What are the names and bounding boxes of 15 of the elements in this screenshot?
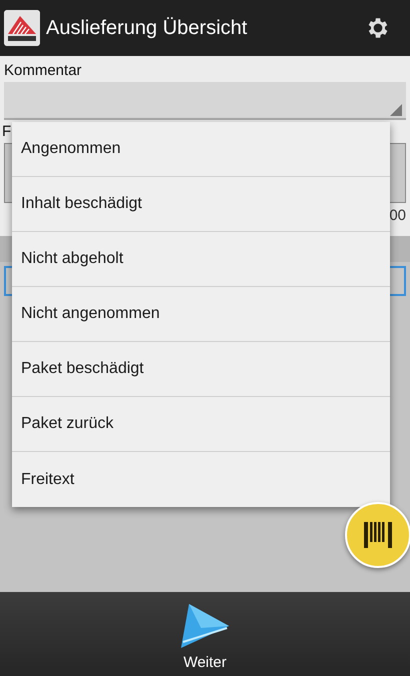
menu-option[interactable]: Angenommen [12,122,390,177]
menu-option[interactable]: Freitext [12,452,390,507]
comment-label: Kommentar [4,61,83,81]
app-logo[interactable] [4,10,40,46]
screen-title: Auslieferung Übersicht [46,16,248,40]
field-label: F [2,123,12,142]
field-value: 00 [389,207,406,224]
menu-option[interactable]: Paket beschädigt [12,342,390,397]
barcode-icon [364,522,392,548]
dropdown-corner-icon [390,104,402,116]
menu-option[interactable]: Paket zurück [12,397,390,452]
next-button[interactable]: Weiter [177,592,233,671]
menu-option[interactable]: Inhalt beschädigt [12,177,390,232]
menu-option[interactable]: Nicht angenommen [12,287,390,342]
menu-option[interactable]: Nicht abgeholt [12,232,390,287]
